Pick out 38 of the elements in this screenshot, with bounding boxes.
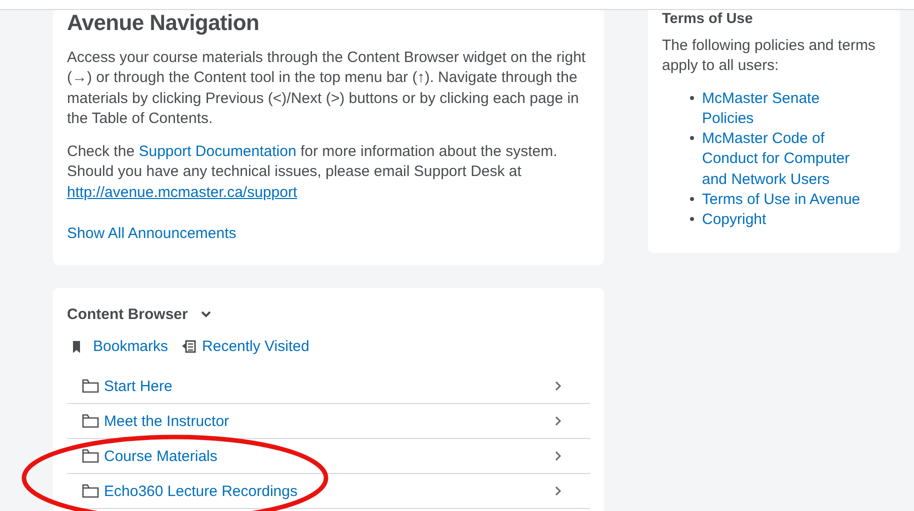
folder-icon <box>82 449 99 464</box>
paragraph-text: Check the Support Documentation for more information about the system. Should you have any technical issues, please email Support Desk at http://avenue.mcmaster.ca/support <box>67 142 558 203</box>
policy-link[interactable]: McMaster Code of Conduct for Computer and Network Users <box>702 129 874 190</box>
module-row[interactable]: Echo360 Lecture Recordings <box>67 474 590 510</box>
bullet-icon <box>690 96 694 100</box>
module-title: Meet the Instructor <box>104 412 230 430</box>
policy-link[interactable]: Copyright <box>702 210 766 231</box>
announcement-title: Avenue Navigation <box>67 10 260 35</box>
chevron-right-icon <box>555 381 562 392</box>
show-announcements-link[interactable]: Show All Announcements <box>67 225 236 242</box>
folder-icon <box>82 484 99 498</box>
support-link[interactable]: Support Documentation <box>138 143 296 160</box>
module-row[interactable]: Start Here <box>67 369 590 404</box>
module-title: Course Materials <box>104 448 218 465</box>
folder-icon <box>82 379 99 394</box>
history-icon <box>182 340 196 354</box>
chevron-right-icon <box>555 451 562 462</box>
bookmarks-link[interactable]: Bookmarks <box>93 338 168 356</box>
terms-intro: The following policies and terms apply to all users: <box>662 36 876 76</box>
paragraph-text: Access your course materials through the Content Browser widget on the right (→) or through the Content tool in the top menu bar (↑). Navigate through the materials by clicking Previous (<)/Next (>) buttons or by clicking each page in the Table of Contents. <box>67 48 587 129</box>
bullet-icon <box>690 217 694 222</box>
bookmark-icon <box>73 340 80 353</box>
content-browser-title: Content Browser <box>67 306 188 324</box>
module-row[interactable]: Meet the Instructor <box>67 404 590 440</box>
chevron-down-icon <box>200 311 211 318</box>
recently-visited-link[interactable]: Recently Visited <box>202 338 310 356</box>
bullet-icon <box>690 136 694 140</box>
policy-link[interactable]: McMaster Senate Policies <box>702 88 874 130</box>
module-title: Echo360 Lecture Recordings <box>104 482 298 500</box>
folder-icon <box>82 414 99 428</box>
terms-title: Terms of Use <box>662 10 754 27</box>
bullet-icon <box>690 197 694 202</box>
module-row[interactable]: Course Materials <box>67 439 590 474</box>
url-link[interactable]: http://avenue.mcmaster.ca/support <box>67 184 298 201</box>
policy-link[interactable]: Terms of Use in Avenue <box>702 190 860 210</box>
chevron-right-icon <box>555 416 562 426</box>
module-title: Start Here <box>104 378 172 395</box>
chevron-right-icon <box>555 486 562 496</box>
